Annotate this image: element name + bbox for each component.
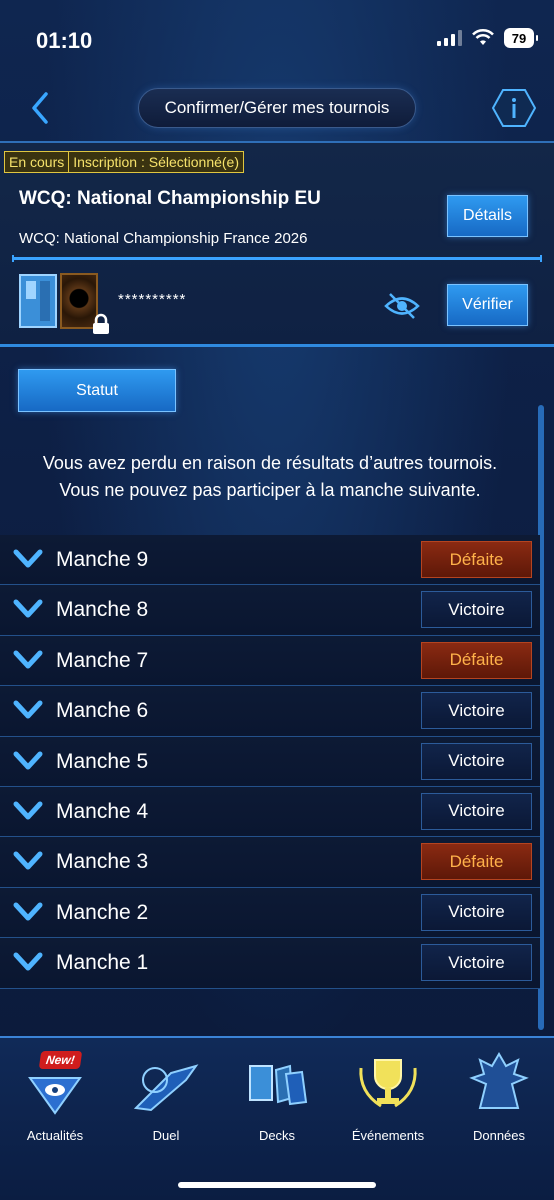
nav-decks[interactable]: Decks [222, 1048, 332, 1148]
battery-icon: 79 [504, 28, 538, 48]
round-label: Manche 5 [56, 749, 149, 773]
round-row[interactable]: Manche 8 Victoire [0, 585, 540, 636]
chevron-down-icon[interactable] [12, 597, 44, 621]
chevron-down-icon[interactable] [12, 900, 44, 924]
trophy-icon [359, 1059, 417, 1108]
tournament-subname: WCQ: National Championship France 2026 [19, 230, 308, 247]
chevron-left-icon[interactable] [26, 90, 56, 126]
registration-tag: Inscription : Sélectionné(e) [69, 151, 245, 173]
round-label: Manche 2 [56, 900, 149, 924]
nav-label: Données [472, 1128, 526, 1143]
round-row[interactable]: Manche 2 Victoire [0, 887, 540, 939]
details-button[interactable]: Détails [447, 195, 528, 237]
nav-duel[interactable]: Duel [111, 1048, 221, 1148]
rounds-list: Manche 9 Défaite Manche 8 Victoire Manch… [0, 535, 540, 989]
round-label: Manche 7 [56, 648, 149, 672]
round-result-badge: Victoire [421, 893, 532, 931]
status-tag: En cours [4, 151, 70, 173]
chevron-down-icon[interactable] [12, 648, 44, 672]
round-result-badge: Victoire [421, 792, 532, 830]
deck-password: ********** [118, 291, 187, 308]
character-silhouette-icon [469, 1052, 529, 1109]
round-row[interactable]: Manche 6 Victoire [0, 686, 540, 737]
home-indicator[interactable] [178, 1182, 376, 1188]
round-result-badge: Défaite [421, 843, 532, 881]
round-result-badge: Victoire [421, 742, 532, 780]
round-row[interactable]: Manche 9 Défaite [0, 535, 540, 586]
chevron-down-icon[interactable] [12, 950, 44, 974]
duel-disk-icon [133, 1064, 199, 1112]
nav-label: Événements [351, 1128, 425, 1143]
round-label: Manche 9 [56, 548, 149, 571]
round-label: Manche 6 [56, 699, 149, 723]
status-icons: 79 [437, 28, 538, 48]
round-result-badge: Défaite [421, 641, 532, 679]
page-title: Confirmer/Gérer mes tournois [138, 88, 416, 128]
message-line-2: Vous ne pouvez pas participer à la manch… [59, 480, 481, 500]
nav-data[interactable]: Données [444, 1048, 554, 1148]
bottom-nav: New! Actualités Duel Decks Événements Do… [0, 1036, 554, 1200]
wifi-icon [472, 29, 494, 45]
chevron-down-icon[interactable] [12, 698, 44, 722]
deck-cards-icon [249, 1064, 308, 1106]
message-line-1: Vous avez perdu en raison de résultats d… [42, 453, 498, 473]
new-badge: New! [38, 1051, 82, 1069]
round-label: Manche 8 [56, 598, 149, 622]
tournament-panel: En cours Inscription : Sélectionné(e) WC… [0, 141, 554, 347]
status-message: Vous avez perdu en raison de résultats d… [0, 450, 540, 504]
round-label: Manche 1 [56, 951, 149, 975]
round-row[interactable]: Manche 7 Défaite [0, 635, 540, 687]
signal-icon [437, 30, 462, 46]
round-result-badge: Défaite [421, 541, 532, 578]
round-row[interactable]: Manche 4 Victoire [0, 786, 540, 838]
clock: 01:10 [36, 28, 93, 53]
nav-label: Actualités [26, 1128, 84, 1143]
round-row[interactable]: Manche 3 Défaite [0, 837, 540, 888]
status-bar: 01:10 79 [0, 0, 554, 80]
nav-label: Duel [152, 1128, 180, 1143]
info-icon[interactable] [492, 88, 536, 128]
tournament-tags: En cours Inscription : Sélectionné(e) [4, 151, 245, 173]
chevron-down-icon[interactable] [12, 547, 44, 571]
header: Confirmer/Gérer mes tournois [0, 80, 554, 138]
nav-label: Decks [258, 1128, 296, 1143]
round-result-badge: Victoire [421, 944, 532, 982]
nav-events[interactable]: Événements [333, 1048, 443, 1148]
chevron-down-icon[interactable] [12, 749, 44, 773]
tournament-name: WCQ: National Championship EU [19, 188, 321, 209]
round-result-badge: Victoire [421, 591, 532, 629]
lock-icon [93, 313, 109, 334]
chevron-down-icon[interactable] [12, 799, 44, 823]
verify-button[interactable]: Vérifier [447, 284, 528, 326]
deck-box-icon [19, 274, 57, 328]
statut-button[interactable]: Statut [18, 369, 176, 412]
round-label: Manche 3 [56, 850, 149, 874]
nav-news[interactable]: New! Actualités [0, 1048, 110, 1148]
round-label: Manche 4 [56, 799, 149, 823]
chevron-down-icon[interactable] [12, 849, 44, 873]
round-row[interactable]: Manche 5 Victoire [0, 736, 540, 787]
divider [12, 255, 542, 262]
eye-hidden-icon[interactable] [384, 291, 420, 321]
round-result-badge: Victoire [421, 692, 532, 730]
round-row[interactable]: Manche 1 Victoire [0, 938, 540, 989]
